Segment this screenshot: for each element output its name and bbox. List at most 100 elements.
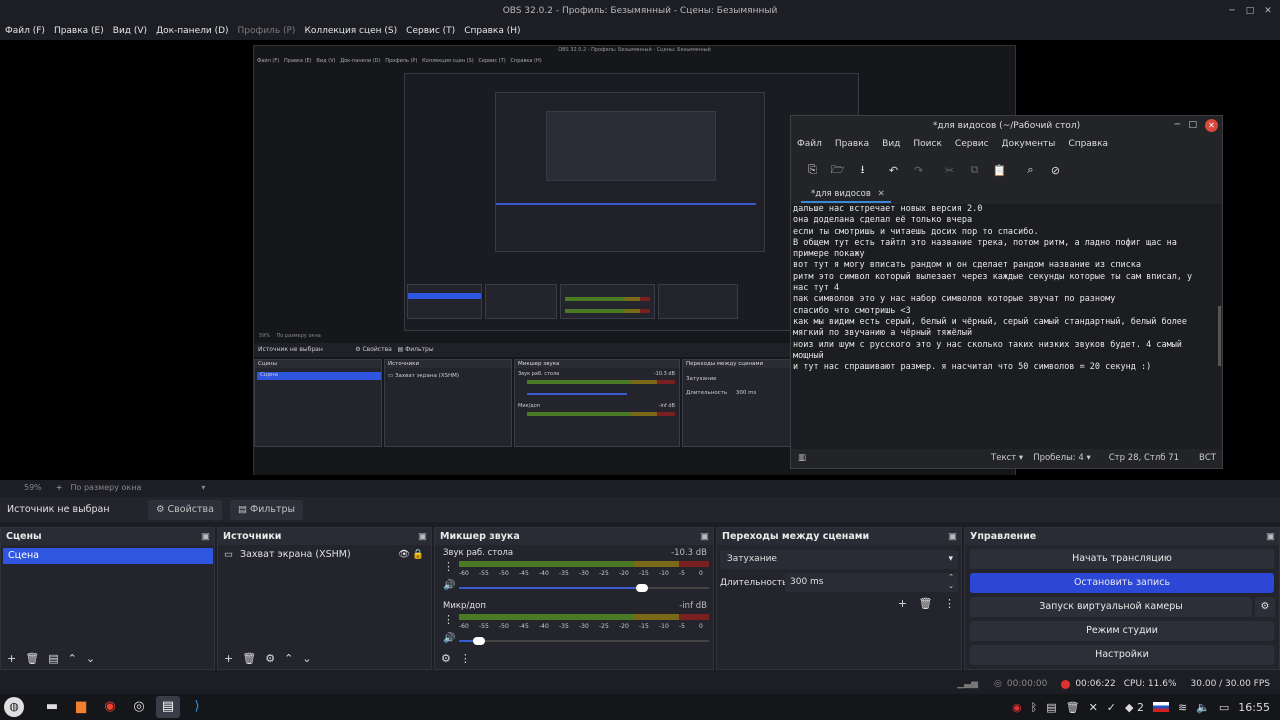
- sidebar-toggle-icon[interactable]: ▥: [798, 453, 806, 463]
- editor-status-mode[interactable]: Текст ▾: [991, 453, 1023, 463]
- menu-scene-collection[interactable]: Коллекция сцен (S): [304, 26, 397, 36]
- start-stream-button[interactable]: Начать трансляцию: [970, 549, 1274, 569]
- firefox-icon[interactable]: ◉: [98, 696, 122, 718]
- terminal-icon[interactable]: ▬: [40, 696, 64, 718]
- cut-icon[interactable]: ✂: [937, 164, 962, 177]
- update-icon[interactable]: ✓: [1107, 701, 1116, 714]
- virtual-camera-settings-icon[interactable]: ⚙: [1255, 597, 1275, 617]
- editor-text-area[interactable]: дальше нас встречает новых версия 2.0 она…: [791, 204, 1221, 449]
- stop-record-button[interactable]: Остановить запись: [970, 573, 1274, 593]
- text-editor-icon[interactable]: ▤: [156, 696, 180, 718]
- menu-profile[interactable]: Профиль (P): [238, 26, 296, 36]
- paste-icon[interactable]: 📋: [987, 164, 1012, 177]
- menu-file[interactable]: Файл (F): [5, 26, 45, 36]
- keyboard-layout-flag[interactable]: [1152, 702, 1169, 712]
- studio-mode-button[interactable]: Режим студии: [970, 621, 1274, 641]
- editor-line: мягкий по звучанию а чёрный тяжёлый: [793, 328, 973, 339]
- scene-filters-icon[interactable]: ▤: [48, 652, 58, 665]
- speaker-icon[interactable]: 🔊: [443, 580, 455, 591]
- volume-icon[interactable]: 🔈: [1196, 701, 1210, 714]
- menu-help[interactable]: Справка (H): [464, 26, 520, 36]
- undo-icon[interactable]: ↶: [881, 164, 906, 177]
- menu-launcher-icon[interactable]: ◍: [4, 697, 24, 717]
- editor-menu-search[interactable]: Поиск: [913, 139, 942, 153]
- clipboard-icon[interactable]: ▤: [1046, 701, 1056, 714]
- mixer-ch2-menu-icon[interactable]: ⋮: [443, 613, 454, 626]
- editor-scrollbar[interactable]: [1218, 306, 1221, 366]
- mixer-menu-icon[interactable]: ⋮: [460, 652, 471, 665]
- bluetooth-icon[interactable]: ᛒ: [1031, 701, 1038, 714]
- remove-source-icon[interactable]: 🗑: [242, 652, 256, 665]
- editor-tab[interactable]: *для видосов ✕: [801, 189, 891, 203]
- new-file-icon[interactable]: ⎘: [800, 163, 825, 177]
- scene-up-icon[interactable]: ⌃: [68, 652, 77, 665]
- add-scene-icon[interactable]: +: [7, 652, 16, 665]
- vscode-icon[interactable]: ⟩: [185, 696, 209, 718]
- source-up-icon[interactable]: ⌃: [284, 652, 293, 665]
- battery-icon[interactable]: ▭: [1219, 701, 1229, 714]
- clock[interactable]: 16:55: [1238, 701, 1270, 714]
- virtual-camera-button[interactable]: Запуск виртуальной камеры: [970, 597, 1252, 617]
- files-icon[interactable]: ▆: [69, 696, 93, 718]
- transition-menu-icon[interactable]: ⋮: [944, 597, 955, 610]
- nested-menu: Файл (F) Правка (E) Вид (V) Док-панели (…: [257, 58, 542, 64]
- menu-tools[interactable]: Сервис (T): [406, 26, 455, 36]
- search-icon[interactable]: ⌕: [1018, 163, 1043, 177]
- scene-item[interactable]: Сцена: [3, 548, 213, 564]
- zoom-bar: 59% + По размеру окна ▾: [0, 480, 1280, 494]
- editor-menu-edit[interactable]: Правка: [835, 139, 869, 153]
- source-item[interactable]: ▭ Захват экрана (XSHM) 👁 🔒: [224, 549, 424, 565]
- editor-menu-documents[interactable]: Документы: [1002, 139, 1056, 153]
- menu-view[interactable]: Вид (V): [113, 26, 147, 36]
- editor-minimize-icon[interactable]: ─: [1175, 120, 1180, 130]
- transition-select[interactable]: Затухание ▾: [720, 550, 958, 569]
- menu-docks[interactable]: Док-панели (D): [156, 26, 228, 36]
- recording-tray-icon[interactable]: ◉: [1012, 701, 1022, 714]
- trash-icon[interactable]: 🗑: [1066, 701, 1080, 714]
- save-icon[interactable]: ⭳: [850, 161, 875, 180]
- redo-icon[interactable]: ↷: [906, 164, 931, 177]
- add-transition-icon[interactable]: +: [898, 597, 907, 610]
- mixer-ch2-slider[interactable]: [459, 637, 709, 645]
- network-icon[interactable]: ✕: [1089, 701, 1098, 714]
- maximize-icon[interactable]: □: [1243, 4, 1257, 18]
- visibility-eye-icon[interactable]: 👁: [398, 549, 410, 560]
- minimize-icon[interactable]: ─: [1225, 4, 1239, 18]
- editor-menu-help[interactable]: Справка: [1068, 139, 1108, 153]
- editor-menu-file[interactable]: Файл: [797, 139, 822, 153]
- workspace-icon[interactable]: ◆ 2: [1125, 701, 1144, 714]
- editor-toolbar: ⎘ 🗁 ⭳ ↶ ↷ ✂ ⧉ 📋 ⌕ ⊘: [791, 159, 1222, 181]
- mixer-settings-icon[interactable]: ⚙: [441, 652, 451, 665]
- editor-maximize-icon[interactable]: □: [1188, 120, 1197, 130]
- lock-icon[interactable]: 🔒: [412, 549, 424, 560]
- source-down-icon[interactable]: ⌄: [302, 652, 311, 665]
- mixer-ch1-menu-icon[interactable]: ⋮: [443, 560, 454, 573]
- filters-button[interactable]: ▤ Фильтры: [229, 499, 304, 520]
- mixer-tick-label: -35: [559, 570, 569, 577]
- properties-button[interactable]: ⚙ Свойства: [148, 499, 222, 520]
- editor-status-spaces[interactable]: Пробелы: 4 ▾: [1033, 453, 1091, 463]
- zoom-plus-icon[interactable]: +: [56, 483, 63, 492]
- scene-down-icon[interactable]: ⌄: [86, 652, 95, 665]
- speaker-icon[interactable]: 🔊: [443, 633, 455, 644]
- close-icon[interactable]: ✕: [1261, 4, 1275, 18]
- editor-close-icon[interactable]: ✕: [1205, 119, 1218, 132]
- open-file-icon[interactable]: 🗁: [825, 161, 850, 180]
- duration-input[interactable]: 300 ms ⌃ ⌄: [785, 573, 958, 592]
- editor-menu-tools[interactable]: Сервис: [955, 139, 989, 153]
- zoom-fit[interactable]: По размеру окна: [70, 483, 141, 492]
- replace-icon[interactable]: ⊘: [1043, 164, 1068, 177]
- settings-button[interactable]: Настройки: [970, 645, 1274, 665]
- copy-icon[interactable]: ⧉: [962, 163, 987, 177]
- obs-icon[interactable]: ◎: [127, 696, 151, 718]
- menu-edit[interactable]: Правка (E): [54, 26, 104, 36]
- mixer-ch1-slider[interactable]: [459, 584, 709, 592]
- source-settings-icon[interactable]: ⚙: [265, 652, 275, 665]
- editor-menu-view[interactable]: Вид: [882, 139, 900, 153]
- record-time: 00:06:22: [1075, 679, 1116, 689]
- zoom-dropdown-icon[interactable]: ▾: [201, 483, 205, 492]
- add-source-icon[interactable]: +: [224, 652, 233, 665]
- wifi-icon[interactable]: ≋: [1178, 701, 1187, 714]
- remove-scene-icon[interactable]: 🗑: [25, 652, 39, 665]
- remove-transition-icon[interactable]: 🗑: [919, 597, 933, 610]
